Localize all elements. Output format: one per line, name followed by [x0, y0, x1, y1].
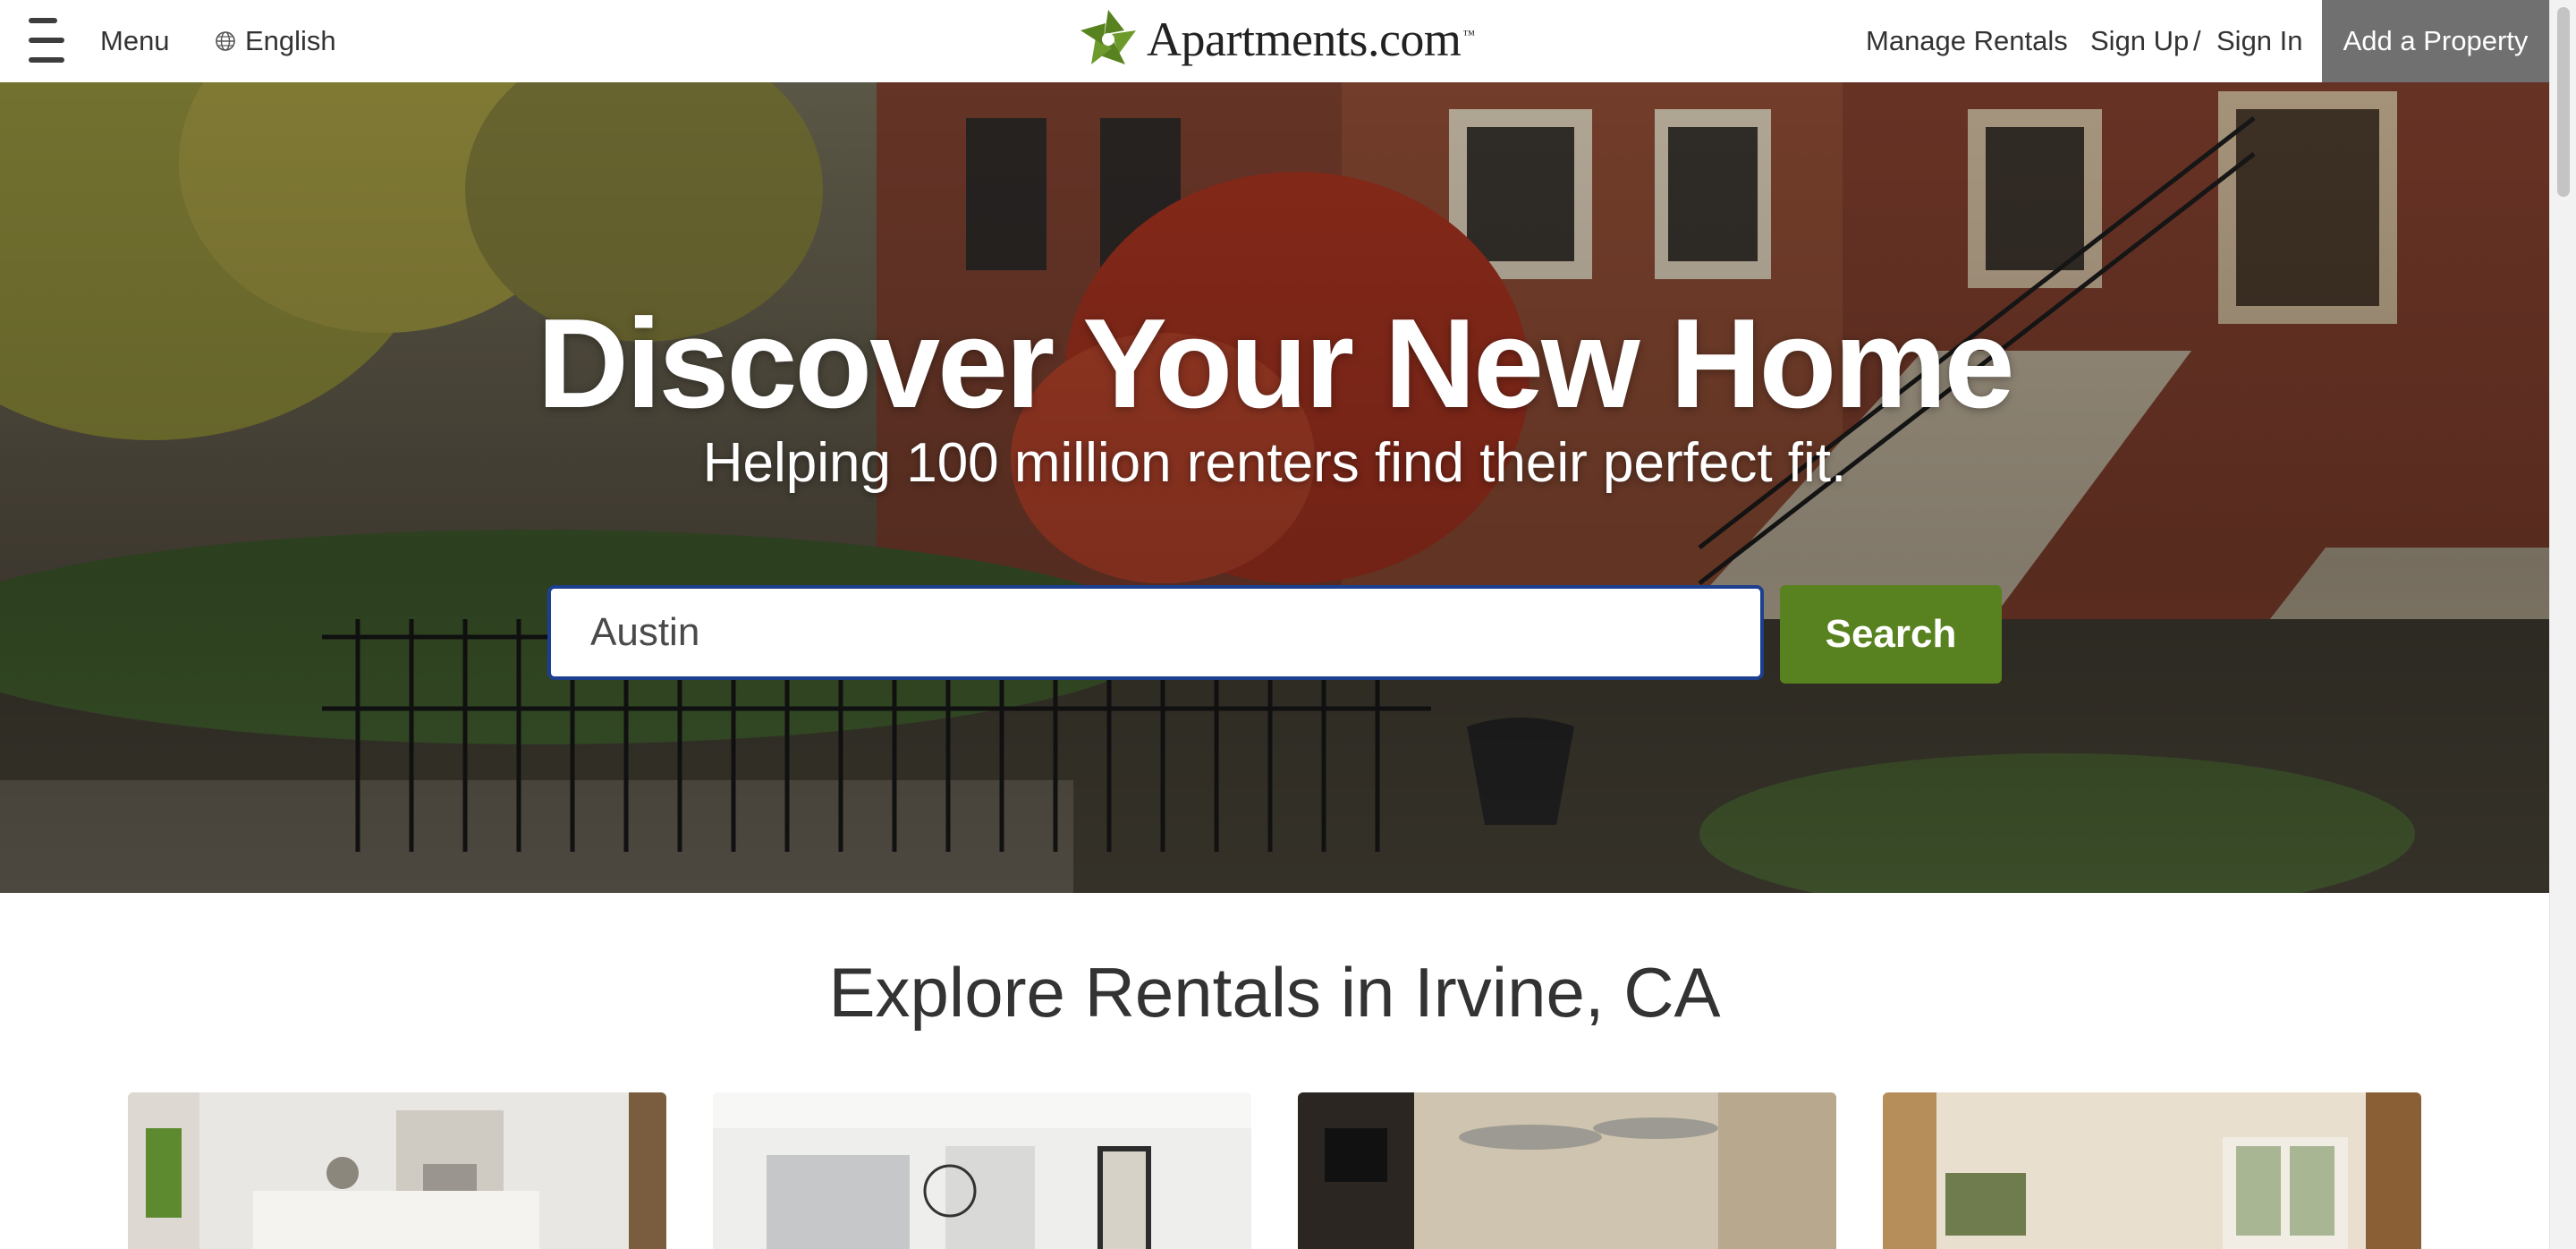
sign-up-link[interactable]: Sign Up: [2090, 25, 2189, 57]
logo-text: Apartments.com ™: [1147, 13, 1475, 66]
rental-card-image[interactable]: [713, 1092, 1251, 1249]
rental-card-image[interactable]: [1883, 1092, 2421, 1249]
hero-subtitle: Helping 100 million renters find their p…: [702, 432, 1847, 494]
lounge-photo: [1298, 1092, 1836, 1249]
site-logo[interactable]: Apartments.com ™: [1077, 7, 1475, 72]
hamburger-icon[interactable]: [29, 18, 70, 64]
search-button[interactable]: Search: [1780, 585, 2002, 684]
language-label: English: [245, 25, 336, 56]
scrollbar-thumb[interactable]: [2557, 7, 2570, 197]
rental-card-image[interactable]: [1298, 1092, 1836, 1249]
globe-icon: [216, 31, 235, 51]
site-header: Menu English Apartments.com ™ Manage Ren…: [0, 0, 2549, 83]
language-selector[interactable]: English: [215, 25, 336, 57]
kitchen-photo: [128, 1092, 666, 1249]
hero-title: Discover Your New Home: [537, 293, 2014, 435]
location-search-input[interactable]: [547, 585, 1764, 680]
living-room-photo: [1883, 1092, 2421, 1249]
sign-in-link[interactable]: Sign In: [2216, 25, 2303, 57]
menu-link[interactable]: Menu: [100, 25, 170, 57]
explore-heading: Explore Rentals in Irvine, CA: [828, 953, 1721, 1032]
apartments-logo-icon: [1080, 10, 1136, 64]
page-scrollbar[interactable]: [2549, 0, 2576, 1249]
hero-banner: Discover Your New Home Helping 100 milli…: [0, 82, 2549, 893]
hallway-photo: [713, 1092, 1251, 1249]
manage-rentals-link[interactable]: Manage Rentals: [1866, 25, 2068, 57]
nav-separator: /: [2193, 25, 2201, 56]
add-property-button[interactable]: Add a Property: [2322, 0, 2549, 82]
rental-card-image[interactable]: [128, 1092, 666, 1249]
